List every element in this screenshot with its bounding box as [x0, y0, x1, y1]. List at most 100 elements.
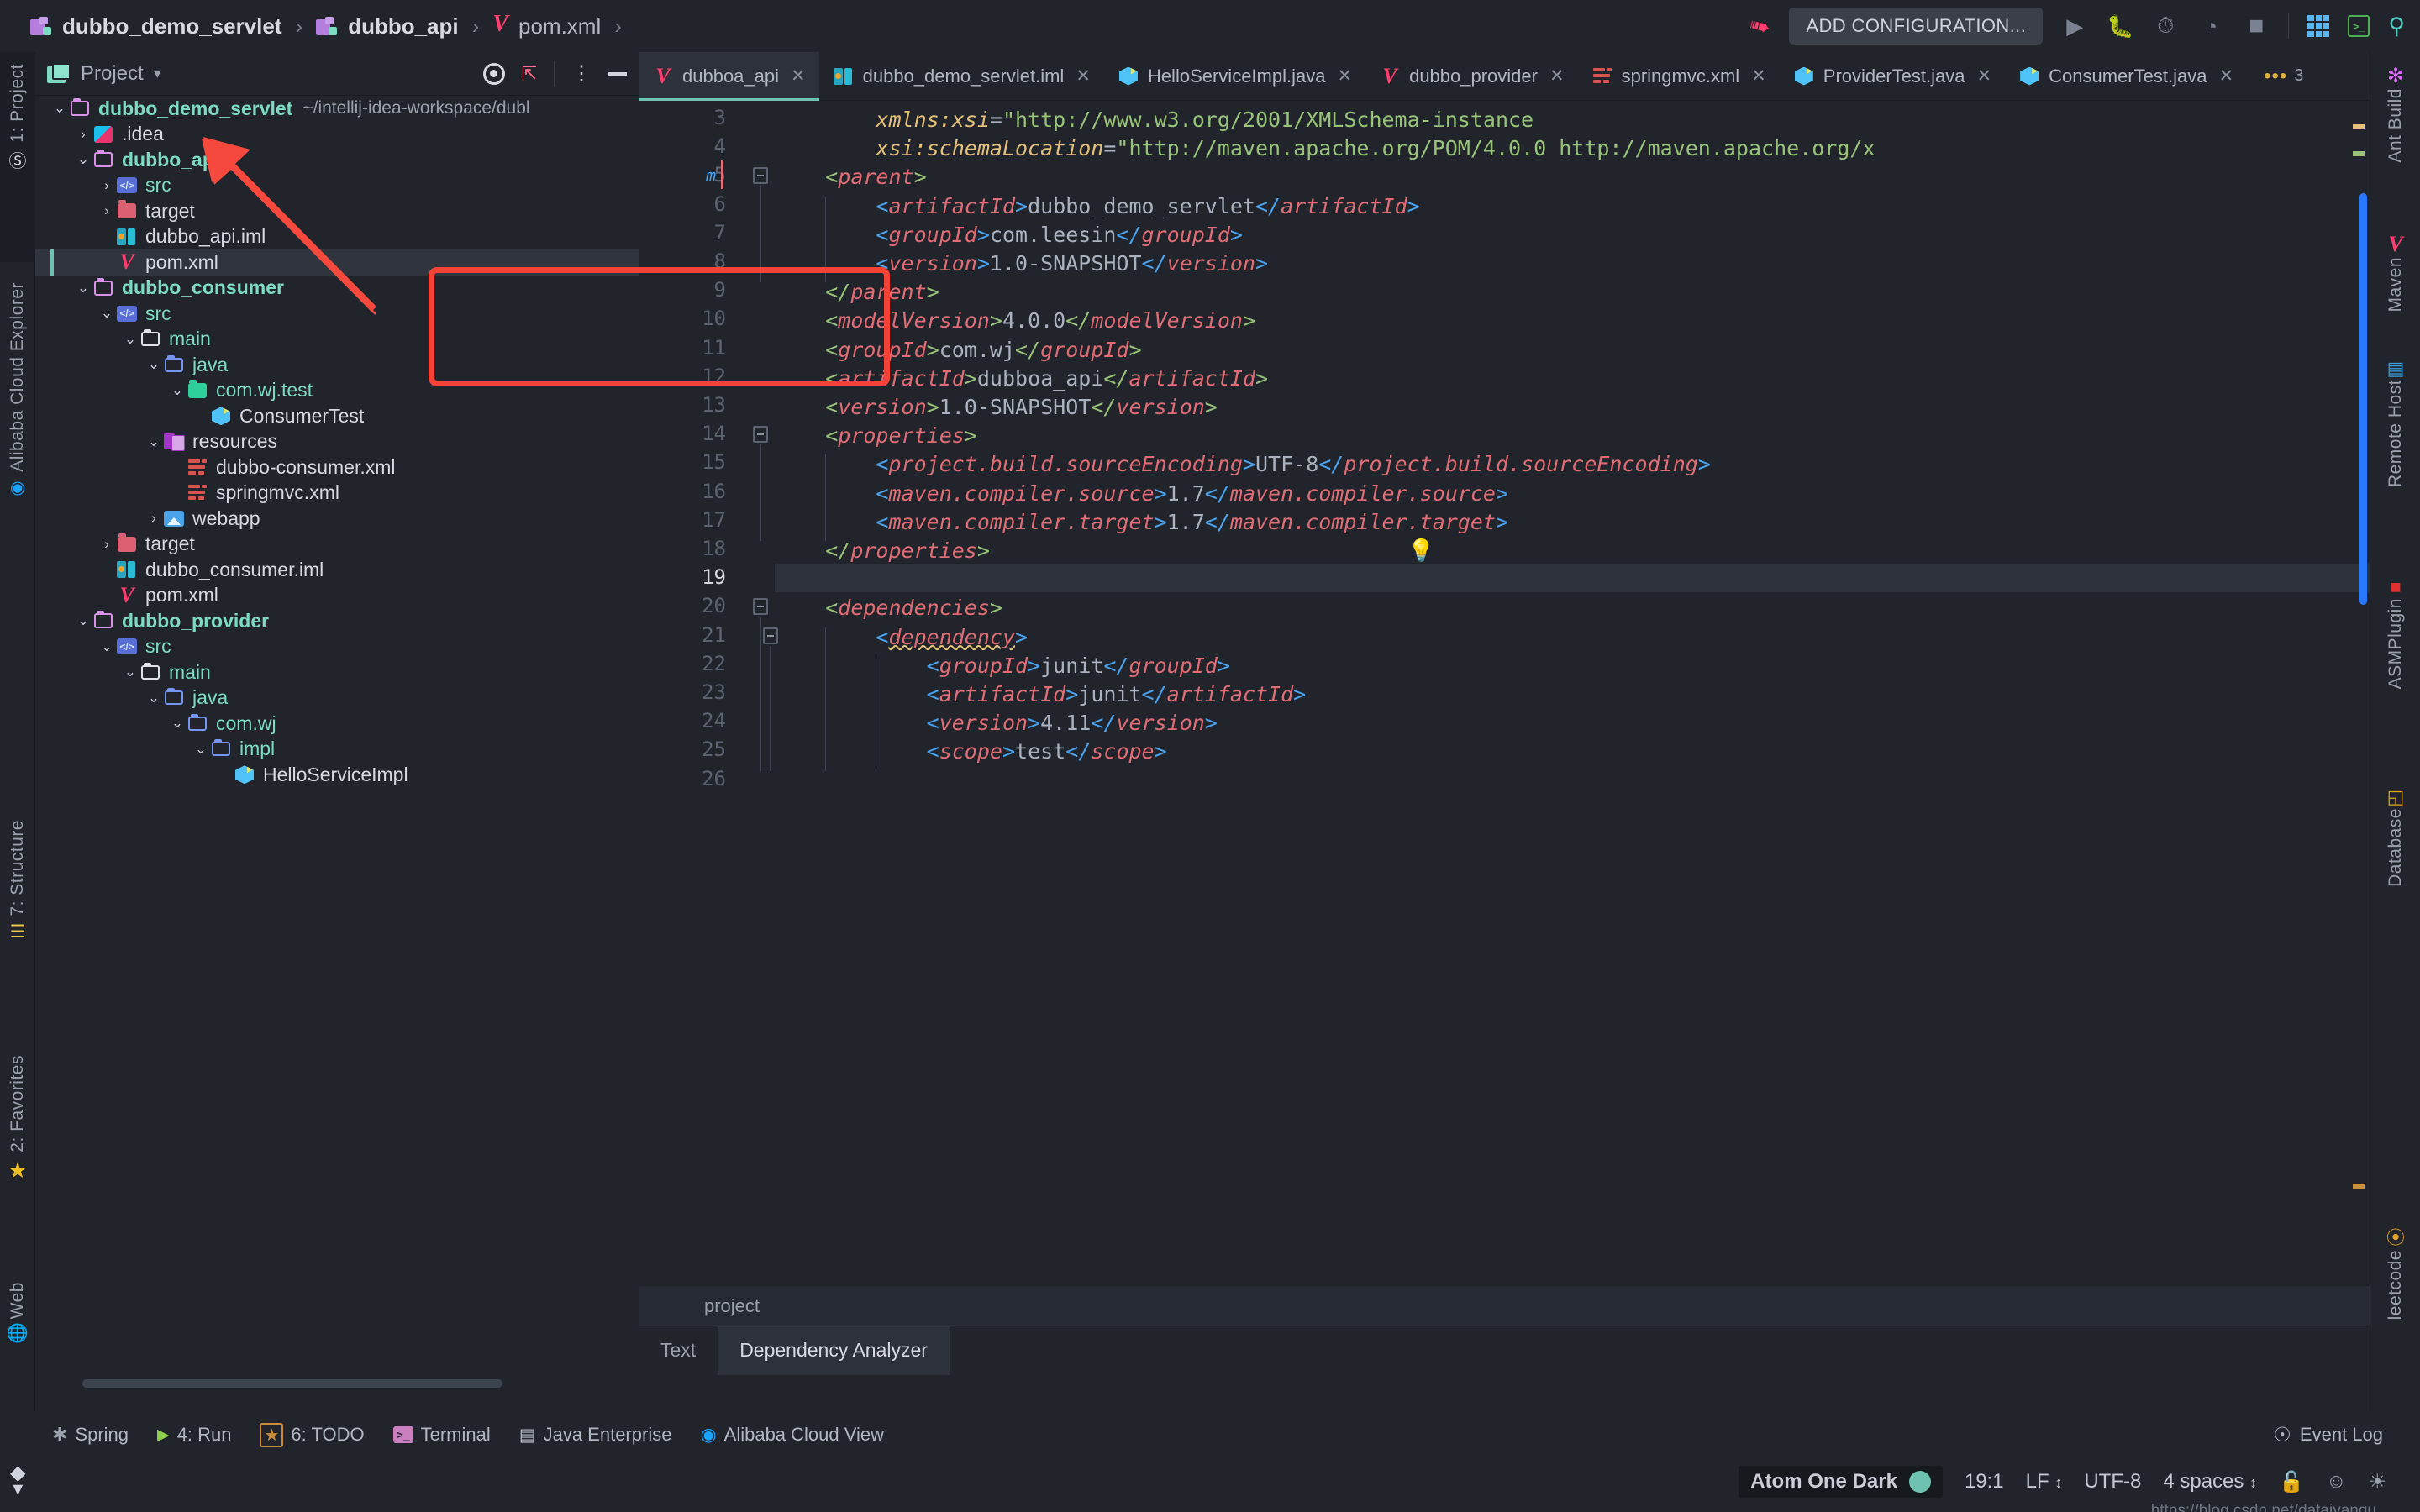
sidebar-item-ant-build[interactable]: ✻ Ant Build: [2370, 52, 2420, 245]
code-line[interactable]: xsi:schemaLocation="http://maven.apache.…: [775, 134, 1875, 163]
grid-layout-icon[interactable]: [2307, 15, 2330, 37]
tree-expand-arrow[interactable]: ⌄: [145, 433, 163, 450]
tree-item-dubbo-demo-servlet[interactable]: ⌄ dubbo_demo_servlet ~/intellij-idea-works…: [35, 96, 639, 122]
tab-text[interactable]: Text: [639, 1326, 718, 1375]
fold-toggle[interactable]: [753, 167, 768, 185]
sidebar-item-structure[interactable]: 7: Structure ☰: [0, 808, 35, 1018]
status-widget-spring[interactable]: ✱ Spring: [52, 1424, 129, 1446]
tree-item-dubbo-provider[interactable]: ⌄ dubbo_provider: [35, 608, 639, 634]
scroll-from-source-icon[interactable]: [482, 62, 505, 85]
tree-expand-arrow[interactable]: ›: [74, 126, 92, 143]
sidebar-item-alibaba-cloud-explorer[interactable]: Alibaba Cloud Explorer ◉: [0, 270, 35, 539]
code-line[interactable]: <properties>: [775, 422, 977, 450]
status-widget-alibaba-cloud-view[interactable]: ◉ Alibaba Cloud View: [700, 1424, 884, 1446]
tree-expand-arrow[interactable]: ⌄: [74, 151, 92, 168]
stop-icon[interactable]: ■: [2243, 12, 2270, 39]
editor-breadcrumb[interactable]: project: [639, 1285, 2370, 1326]
tree-item-java[interactable]: ⌄ java: [35, 685, 639, 711]
sidebar-item-asmplugin[interactable]: ■ ASMPlugin: [2370, 564, 2420, 791]
code-line[interactable]: <artifactId>dubbo_demo_servlet</artifact…: [775, 192, 1419, 221]
collapse-all-icon[interactable]: ⇱: [522, 63, 537, 85]
inspector-hat-icon[interactable]: ☺: [2326, 1470, 2347, 1494]
caret-position[interactable]: 19:1: [1965, 1470, 2004, 1494]
tree-item-consumertest[interactable]: ConsumerTest: [35, 403, 639, 429]
status-widget-java-enterprise[interactable]: ▤ Java Enterprise: [519, 1424, 672, 1446]
tree-expand-arrow[interactable]: ›: [145, 510, 163, 527]
editor-vertical-scrollbar[interactable]: [2360, 193, 2367, 605]
options-menu-icon[interactable]: ⋮: [571, 63, 592, 83]
notification-icon[interactable]: ☀: [2368, 1470, 2386, 1494]
run-with-coverage-icon[interactable]: ◔: [2197, 13, 2224, 39]
tree-item-target[interactable]: › target: [35, 532, 639, 558]
fold-toggle[interactable]: [753, 598, 768, 616]
close-icon[interactable]: ✕: [1337, 66, 1352, 87]
sidebar-item-leetcode[interactable]: ⦿ leetcode: [2370, 1211, 2420, 1396]
breadcrumb-item-file[interactable]: V pom.xml: [492, 13, 601, 39]
tree-expand-arrow[interactable]: ⌄: [97, 305, 116, 322]
editor-tab-dubbo-demo-servlet-iml[interactable]: dubbo_demo_servlet.iml ✕: [819, 52, 1104, 101]
editor-tab-providertest-java[interactable]: ProviderTest.java ✕: [1780, 52, 2005, 101]
close-icon[interactable]: ✕: [791, 66, 806, 87]
run-icon[interactable]: ▶: [2061, 13, 2088, 39]
tree-expand-arrow[interactable]: ⌄: [168, 382, 187, 399]
close-icon[interactable]: ✕: [2218, 66, 2233, 87]
tree-expand-arrow[interactable]: ⌄: [145, 356, 163, 373]
indent-selector[interactable]: 4 spaces ↕: [2163, 1470, 2257, 1494]
intention-bulb-icon[interactable]: 💡: [1407, 538, 1434, 564]
tree-expand-arrow[interactable]: ⌄: [74, 612, 92, 629]
tree-item-com-wj[interactable]: ⌄ com.wj: [35, 711, 639, 737]
theme-indicator[interactable]: Atom One Dark: [1739, 1466, 1943, 1498]
chevron-down-icon[interactable]: ▾: [154, 65, 161, 82]
tree-item-pom-xml[interactable]: Vpom.xml: [35, 583, 639, 609]
close-icon[interactable]: ✕: [1977, 66, 1992, 87]
status-widget-todo[interactable]: ★ 6: TODO: [260, 1422, 365, 1447]
tree-item-dubbo-consumer-iml[interactable]: dubbo_consumer.iml: [35, 557, 639, 583]
tree-expand-arrow[interactable]: ›: [97, 536, 116, 553]
unlocked-icon[interactable]: 🔓: [2279, 1470, 2304, 1494]
code-line[interactable]: <version>1.0-SNAPSHOT</version>: [775, 393, 1218, 422]
tree-expand-arrow[interactable]: ⌄: [168, 715, 187, 732]
breadcrumb-item-module[interactable]: dubbo_api: [316, 13, 459, 39]
tree-expand-arrow[interactable]: ⌄: [145, 690, 163, 706]
sidebar-item-remote-host[interactable]: ▤ Remote Host: [2370, 346, 2420, 581]
code-editor[interactable]: xmlns:xsi="http://www.w3.org/2001/XMLSch…: [775, 101, 2370, 1285]
add-configuration-button[interactable]: ADD CONFIGURATION...: [1789, 8, 2044, 45]
tree-expand-arrow[interactable]: ⌄: [74, 280, 92, 297]
sidebar-item-favorites[interactable]: 2: Favorites ★: [0, 1043, 35, 1253]
code-line[interactable]: <groupId>com.leesin</groupId>: [775, 221, 1243, 249]
maven-gutter-icon[interactable]: m: [706, 165, 716, 186]
tree-expand-arrow[interactable]: ⌄: [121, 664, 139, 680]
tree-expand-arrow[interactable]: ›: [97, 177, 116, 194]
tree-item-resources[interactable]: ⌄ resources: [35, 429, 639, 455]
sidebar-item-database[interactable]: ◱ Database: [2370, 774, 2420, 976]
code-line[interactable]: <project.build.sourceEncoding>UTF-8</pro…: [775, 450, 1710, 479]
code-line[interactable]: <scope>test</scope>: [775, 738, 1167, 766]
build-hammer-icon[interactable]: ➠: [1746, 9, 1774, 43]
encoding-selector[interactable]: UTF-8: [2084, 1470, 2141, 1494]
search-everywhere-icon[interactable]: ⚲: [2388, 13, 2405, 39]
code-line[interactable]: xmlns:xsi="http://www.w3.org/2001/XMLSch…: [775, 106, 1534, 134]
editor-tab-helloserviceimpl-java[interactable]: HelloServiceImpl.java ✕: [1104, 52, 1365, 101]
code-line[interactable]: <dependencies>: [775, 594, 1002, 622]
hide-panel-icon[interactable]: [608, 71, 627, 76]
more-tabs-button[interactable]: ••• 3: [2264, 66, 2303, 86]
tree-expand-arrow[interactable]: ⌄: [50, 100, 69, 117]
code-line[interactable]: <dependency>: [775, 623, 1028, 652]
editor-tab-dubboa-api[interactable]: Vdubboa_api ✕: [639, 51, 819, 101]
tree-expand-arrow[interactable]: ⌄: [97, 638, 116, 655]
close-icon[interactable]: ✕: [1549, 66, 1565, 87]
editor-tab-dubbo-provider[interactable]: Vdubbo_provider ✕: [1365, 52, 1578, 101]
event-log-button[interactable]: ☉ Event Log: [2273, 1411, 2383, 1458]
close-icon[interactable]: ✕: [1076, 66, 1091, 87]
code-line[interactable]: </properties>: [775, 537, 990, 565]
debug-icon[interactable]: 🐛: [2107, 13, 2133, 39]
editor-tab-consumertest-java[interactable]: ConsumerTest.java ✕: [2005, 52, 2247, 101]
code-line[interactable]: <groupId>junit</groupId>: [775, 652, 1230, 680]
profile-icon[interactable]: ⏱: [2152, 13, 2179, 39]
fold-toggle[interactable]: [753, 426, 768, 444]
tree-item-main[interactable]: ⌄ main: [35, 659, 639, 685]
sidebar-item-project[interactable]: 1: Project Ⓢ: [0, 52, 35, 262]
tree-expand-arrow[interactable]: ⌄: [121, 331, 139, 348]
tab-dependency-analyzer[interactable]: Dependency Analyzer: [718, 1326, 950, 1375]
tree-expand-arrow[interactable]: ⌄: [192, 741, 210, 758]
